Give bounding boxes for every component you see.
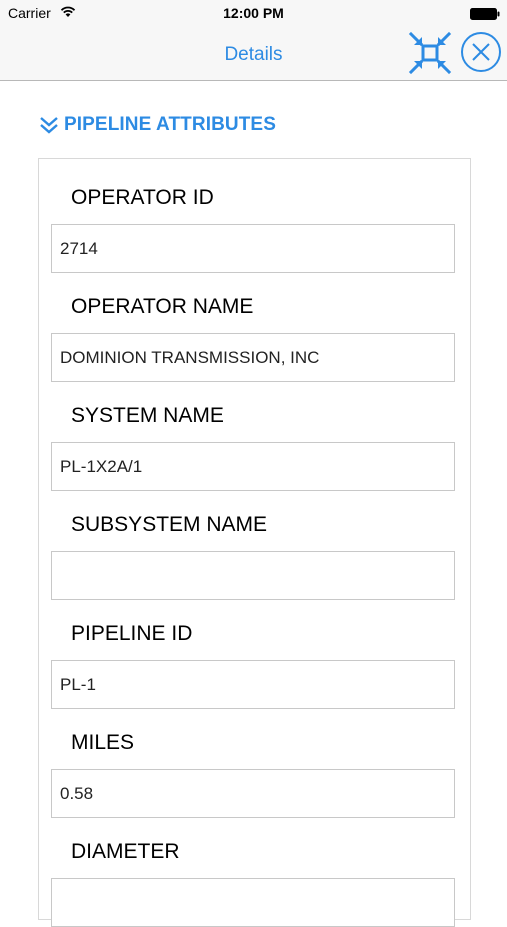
collapse-arrows-icon[interactable] [408, 31, 452, 75]
system-name-label: SYSTEM NAME [71, 404, 224, 427]
system-name-input[interactable] [51, 442, 455, 491]
subsystem-name-input[interactable] [51, 551, 455, 600]
status-bar: Carrier 12:00 PM [0, 0, 507, 26]
nav-bar: Details [0, 26, 507, 81]
operator-name-input[interactable] [51, 333, 455, 382]
battery-icon [470, 8, 500, 20]
diameter-label: DIAMETER [71, 840, 180, 863]
double-chevron-down-icon [40, 117, 58, 134]
pipeline-id-input[interactable] [51, 660, 455, 709]
pipeline-id-label: PIPELINE ID [71, 622, 193, 645]
miles-input[interactable] [51, 769, 455, 818]
status-time: 12:00 PM [223, 5, 284, 21]
diameter-input[interactable] [51, 878, 455, 927]
miles-label: MILES [71, 731, 135, 754]
subsystem-name-label: SUBSYSTEM NAME [71, 513, 268, 536]
operator-id-input[interactable] [51, 224, 455, 273]
operator-name-label: OPERATOR NAME [71, 295, 254, 318]
close-circle-icon[interactable] [460, 31, 502, 73]
section-header-pipeline-attributes[interactable]: PIPELINE ATTRIBUTES [38, 114, 276, 136]
section-title: PIPELINE ATTRIBUTES [64, 114, 276, 135]
operator-id-label: OPERATOR ID [71, 186, 214, 209]
